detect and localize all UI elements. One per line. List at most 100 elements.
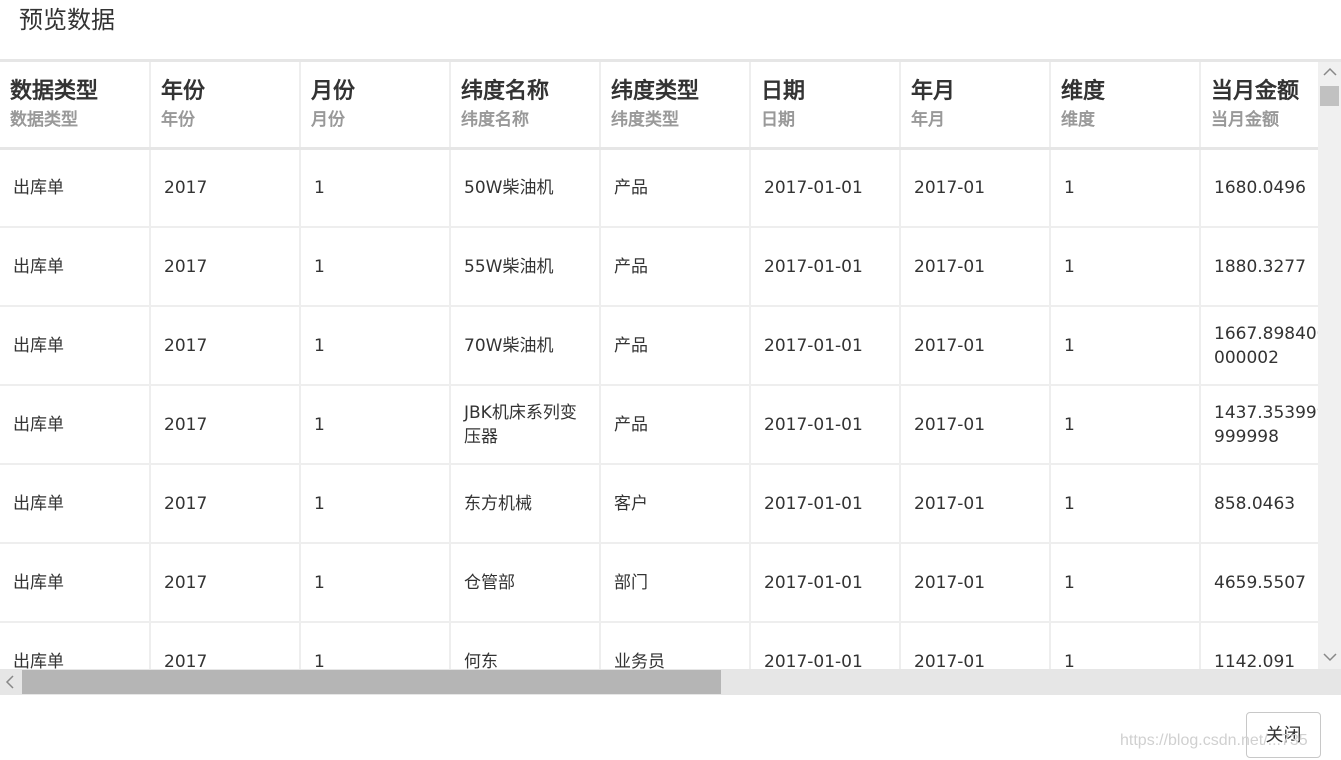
table-row[interactable]: 出库单 2017 1 50W柴油机 产品 2017-01-01 2017-01 1 1680.0… xyxy=(0,148,1318,228)
table-cell: 70W柴油机 xyxy=(450,306,601,386)
table-cell: 1 xyxy=(300,306,451,386)
table-cell: 2017-01-01 xyxy=(750,306,901,386)
table-cell: 2017-01 xyxy=(900,306,1051,386)
table-cell: 2017-01-01 xyxy=(750,464,901,544)
column-header[interactable]: 当月金额 当月金额 xyxy=(1200,62,1318,150)
column-header-sublabel: 年月 xyxy=(911,110,945,130)
horizontal-scroll-thumb[interactable] xyxy=(22,670,721,694)
table-row[interactable]: 出库单 2017 1 仓管部 部门 2017-01-01 2017-01 1 4659.5507 xyxy=(0,543,1318,623)
table-cell: 2017-01 xyxy=(900,385,1051,465)
table-cell: 4659.5507 xyxy=(1200,543,1318,623)
column-header-label: 年份 xyxy=(161,79,206,104)
table-row[interactable]: 出库单 2017 1 70W柴油机 产品 2017-01-01 2017-01 1 1667.8… xyxy=(0,306,1318,386)
table-cell: 1 xyxy=(1050,227,1201,307)
column-header-label: 年月 xyxy=(911,79,956,104)
column-header-label: 纬度名称 xyxy=(461,79,550,104)
column-header-sublabel: 月份 xyxy=(311,110,345,130)
table-cell: 出库单 xyxy=(0,622,151,669)
table-cell: 何东 xyxy=(450,622,601,669)
column-header[interactable]: 纬度类型 纬度类型 xyxy=(600,62,751,150)
table-cell: 1142.091 xyxy=(1200,622,1318,669)
table-cell: 产品 xyxy=(600,227,751,307)
vertical-scrollbar[interactable] xyxy=(1318,62,1341,669)
preview-table: 数据类型 数据类型 年份 年份 月份 月份 纬度名称 纬度名称 纬度类型 纬度类型 日期 日期 年月 年月… xyxy=(0,62,1318,669)
table-cell: 1880.3277 xyxy=(1200,227,1318,307)
column-header-sublabel: 数据类型 xyxy=(10,110,78,130)
chevron-up-icon[interactable] xyxy=(1318,62,1341,84)
vertical-scroll-thumb[interactable] xyxy=(1320,86,1339,106)
column-header-label: 维度 xyxy=(1061,79,1106,104)
table-cell: 1437.3539999999998 xyxy=(1200,385,1318,465)
table-cell: 2017-01 xyxy=(900,622,1051,669)
table-cell: 2017 xyxy=(150,385,301,465)
dialog-title: 预览数据 xyxy=(19,6,115,34)
column-header-label: 纬度类型 xyxy=(611,79,700,104)
table-cell: 1 xyxy=(300,148,451,228)
table-cell: 2017-01-01 xyxy=(750,148,901,228)
table-cell: 2017-01-01 xyxy=(750,622,901,669)
column-header[interactable]: 数据类型 数据类型 xyxy=(0,62,151,150)
column-header-label: 数据类型 xyxy=(10,79,99,104)
table-cell: 产品 xyxy=(600,148,751,228)
column-header[interactable]: 纬度名称 纬度名称 xyxy=(450,62,601,150)
table-cell: 2017 xyxy=(150,543,301,623)
table-row[interactable]: 出库单 2017 1 JBK机床系列变压器 产品 2017-01-01 2017-01 1 14… xyxy=(0,385,1318,465)
table-cell: 东方机械 xyxy=(450,464,601,544)
table-cell: 产品 xyxy=(600,385,751,465)
column-header[interactable]: 年月 年月 xyxy=(900,62,1051,150)
table-cell: 2017-01-01 xyxy=(750,227,901,307)
table-cell: 出库单 xyxy=(0,148,151,228)
table-cell: 1 xyxy=(1050,385,1201,465)
column-header[interactable]: 月份 月份 xyxy=(300,62,451,150)
table-cell: 1 xyxy=(1050,622,1201,669)
table-cell: 产品 xyxy=(600,306,751,386)
table-cell: 1667.8984000000002 xyxy=(1200,306,1318,386)
table-cell: 2017 xyxy=(150,464,301,544)
table-cell: 1 xyxy=(300,543,451,623)
table-cell: 858.0463 xyxy=(1200,464,1318,544)
table-row[interactable]: 出库单 2017 1 何东 业务员 2017-01-01 2017-01 1 1142.091 xyxy=(0,622,1318,669)
column-header[interactable]: 日期 日期 xyxy=(750,62,901,150)
table-cell: 客户 xyxy=(600,464,751,544)
table-cell: 2017-01 xyxy=(900,148,1051,228)
table-cell: 1 xyxy=(300,464,451,544)
table-cell: 出库单 xyxy=(0,464,151,544)
column-header-sublabel: 维度 xyxy=(1061,110,1095,130)
column-header-label: 当月金额 xyxy=(1211,79,1300,104)
table-cell: 2017 xyxy=(150,622,301,669)
table-cell: 1680.0496 xyxy=(1200,148,1318,228)
table-cell: 出库单 xyxy=(0,306,151,386)
column-header-sublabel: 年份 xyxy=(161,110,195,130)
column-header-label: 日期 xyxy=(761,79,806,104)
table-cell: 50W柴油机 xyxy=(450,148,601,228)
header-row: 数据类型 数据类型 年份 年份 月份 月份 纬度名称 纬度名称 纬度类型 纬度类型 日期 日期 年月 年月… xyxy=(0,62,1318,150)
table-cell: 仓管部 xyxy=(450,543,601,623)
table-cell: 2017-01 xyxy=(900,543,1051,623)
table-cell: 1 xyxy=(300,227,451,307)
column-header[interactable]: 维度 维度 xyxy=(1050,62,1201,150)
column-header-label: 月份 xyxy=(311,79,356,104)
column-header-sublabel: 当月金额 xyxy=(1211,110,1279,130)
table-cell: JBK机床系列变压器 xyxy=(450,385,601,465)
column-header[interactable]: 年份 年份 xyxy=(150,62,301,150)
column-header-sublabel: 日期 xyxy=(761,110,795,130)
chevron-down-icon[interactable] xyxy=(1318,647,1341,669)
table-row[interactable]: 出库单 2017 1 55W柴油机 产品 2017-01-01 2017-01 1 1880.3… xyxy=(0,227,1318,307)
table-cell: 出库单 xyxy=(0,385,151,465)
table-cell: 2017-01-01 xyxy=(750,385,901,465)
watermark-text: https://blog.csdn.net/...735 xyxy=(1120,732,1308,749)
table-cell: 2017-01 xyxy=(900,227,1051,307)
table-cell: 出库单 xyxy=(0,543,151,623)
table-cell: 2017 xyxy=(150,306,301,386)
column-header-sublabel: 纬度类型 xyxy=(611,110,679,130)
horizontal-scrollbar[interactable] xyxy=(0,669,1341,695)
table-cell: 2017 xyxy=(150,148,301,228)
chevron-left-icon[interactable] xyxy=(0,669,20,695)
table-row[interactable]: 出库单 2017 1 东方机械 客户 2017-01-01 2017-01 1 858.0463 xyxy=(0,464,1318,544)
table-cell: 1 xyxy=(300,385,451,465)
table-cell: 2017-01-01 xyxy=(750,543,901,623)
table-cell: 出库单 xyxy=(0,227,151,307)
table-cell: 1 xyxy=(1050,464,1201,544)
table-cell: 部门 xyxy=(600,543,751,623)
table-body: 出库单 2017 1 50W柴油机 产品 2017-01-01 2017-01 1 1680.0… xyxy=(0,148,1318,669)
